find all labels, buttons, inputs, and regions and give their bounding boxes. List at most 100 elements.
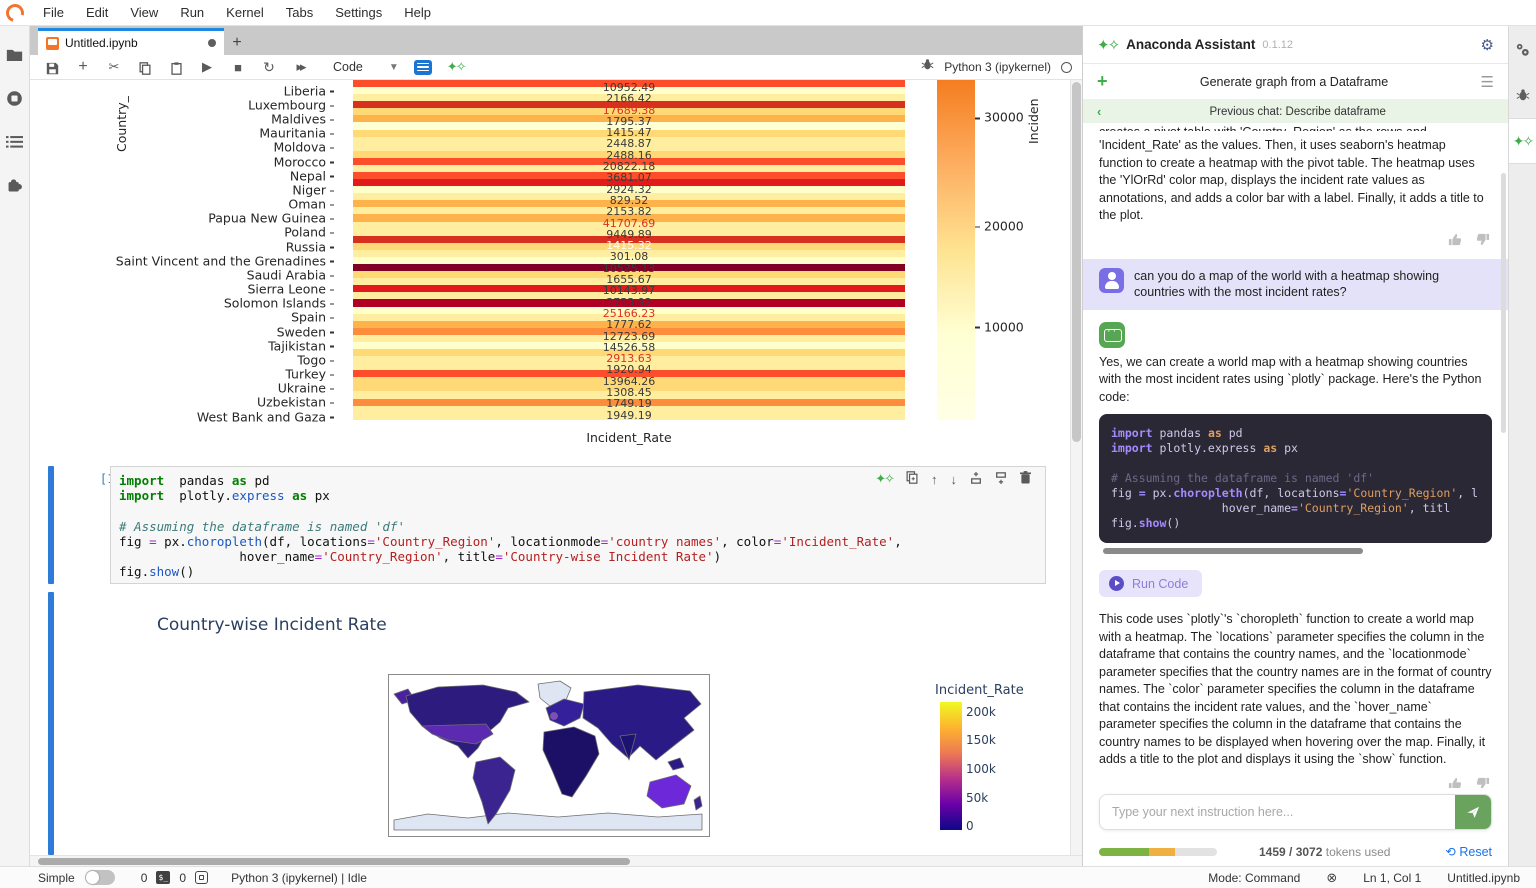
kernel-count: 0 <box>179 870 187 885</box>
chevron-down-icon: ▼ <box>388 61 399 73</box>
thumbs-down-icon[interactable] <box>1466 777 1490 788</box>
delete-cell-icon[interactable] <box>1020 471 1031 487</box>
simple-mode-label: Simple <box>38 870 75 885</box>
previous-chat-bar[interactable]: ‹ Previous chat: Describe dataframe <box>1083 100 1508 123</box>
property-inspector-icon[interactable] <box>1509 26 1536 72</box>
chat-scrollbar[interactable] <box>1501 173 1506 433</box>
run-all-button[interactable]: ▸▸ <box>292 59 308 75</box>
token-usage-text: 1459 / 3072 tokens used <box>1259 844 1391 859</box>
heatmap-ytick-label: Sierra Leone <box>248 282 335 297</box>
run-cell-button[interactable]: ▶ <box>199 59 215 75</box>
save-button[interactable] <box>44 59 60 74</box>
menu-item-view[interactable]: View <box>119 5 169 20</box>
thumbs-up-icon[interactable] <box>1438 777 1462 788</box>
menu-item-kernel[interactable]: Kernel <box>215 5 275 20</box>
trust-indicator-icon[interactable]: ⊗ <box>1326 870 1337 886</box>
cell-type-value: Code <box>333 60 363 74</box>
file-browser-icon[interactable] <box>6 48 23 62</box>
paste-cells-button[interactable] <box>168 59 184 75</box>
send-button[interactable] <box>1455 795 1491 829</box>
code-line: # Assuming the dataframe is named 'df' <box>119 518 405 534</box>
chat-messages: creates a pivot table with 'Country_Regi… <box>1083 123 1508 788</box>
insert-cell-button[interactable]: + <box>75 58 91 76</box>
menu-item-run[interactable]: Run <box>169 5 215 20</box>
new-tab-button[interactable]: + <box>224 31 250 55</box>
statusbar-filename: Untitled.ipynb <box>1447 870 1520 885</box>
kernel-sessions-icon[interactable] <box>195 871 209 884</box>
cursor-position[interactable]: Ln 1, Col 1 <box>1363 871 1421 885</box>
assistant-avatar <box>1099 321 1125 348</box>
cell-type-dropdown[interactable]: Code ▼ <box>333 60 399 74</box>
heatmap-ytick-label: Luxembourg <box>248 97 334 112</box>
assistant-tab-icon[interactable]: ✦✧ <box>1508 118 1536 164</box>
kernel-status-icon[interactable] <box>1061 61 1072 73</box>
code-line: hover_name='Country_Region', title='Coun… <box>119 549 722 565</box>
debugger-icon[interactable] <box>1509 72 1536 118</box>
run-code-button[interactable]: Run Code <box>1099 570 1203 597</box>
menu-item-edit[interactable]: Edit <box>75 5 119 20</box>
debugger-icon[interactable] <box>921 58 934 76</box>
code-editor[interactable]: import pandas as pd import plotly.express… <box>110 466 1046 584</box>
tab-untitled-ipynb[interactable]: Untitled.ipynb <box>38 28 224 55</box>
cell-collapser-input[interactable] <box>48 466 54 584</box>
notebook-vertical-scrollbar[interactable] <box>1070 80 1082 855</box>
cell-collapser-output[interactable] <box>48 592 54 855</box>
heatmap-ytick-label: Moldova <box>273 140 334 155</box>
map-colorbar-tick-label: 50k <box>966 791 989 805</box>
heatmap-annotation: 10143.97 <box>602 284 656 298</box>
user-message-bubble: can you do a map of the world with a hea… <box>1083 258 1508 310</box>
code-line: fig.show() <box>1111 516 1181 530</box>
choropleth-map[interactable] <box>388 674 710 842</box>
command-mode-indicator[interactable]: Mode: Command <box>1208 871 1300 885</box>
right-sidebar: ✦✧ <box>1508 26 1536 866</box>
menu-item-tabs[interactable]: Tabs <box>275 5 324 20</box>
thumbs-up-icon[interactable] <box>1438 233 1462 250</box>
heatmap-xlabel: Incident_Rate <box>586 430 672 445</box>
cell-code[interactable]: import pandas as pd import plotly.express… <box>119 473 1037 579</box>
code-line: hover_name='Country_Region', titl <box>1111 501 1451 515</box>
heatmap-ytick-label: Russia <box>286 239 334 254</box>
kernel-name[interactable]: Python 3 (ipykernel) <box>944 60 1051 74</box>
table-of-contents-icon[interactable] <box>6 135 23 149</box>
stop-kernel-button[interactable]: ■ <box>230 60 246 75</box>
move-cell-down-icon[interactable]: ↓ <box>951 472 958 487</box>
feedback-row <box>1099 233 1490 251</box>
kernel-status-text[interactable]: Python 3 (ipykernel) | Idle <box>231 871 367 885</box>
code-scrollbar[interactable] <box>1103 548 1363 554</box>
move-cell-up-icon[interactable]: ↑ <box>931 472 938 487</box>
notebook-horizontal-scrollbar[interactable] <box>30 855 1082 866</box>
duplicate-cell-icon[interactable] <box>906 471 918 487</box>
instruction-input[interactable] <box>1100 795 1455 829</box>
new-chat-button[interactable]: + <box>1097 71 1108 92</box>
cell-ai-icon[interactable]: ✦✧ <box>875 471 895 487</box>
heatmap-ytick-label: Morocco <box>274 154 334 169</box>
heatmap-ytick-label: Oman <box>288 197 334 212</box>
restart-kernel-button[interactable]: ↻ <box>261 59 277 76</box>
extensions-icon[interactable] <box>6 177 23 194</box>
colorbar-tick-label: 10000 <box>975 319 1024 334</box>
reset-button[interactable]: ⟲ Reset <box>1445 844 1492 859</box>
heatmap-ytick-label: Turkey <box>285 367 334 382</box>
insert-cell-above-icon[interactable] <box>970 471 982 487</box>
settings-gear-icon[interactable]: ⚙ <box>1481 36 1494 54</box>
heatmap-ytick-label: Tajikistan <box>268 338 334 353</box>
terminal-icon[interactable]: $_ <box>156 871 171 884</box>
assistant-sparkle-icon[interactable]: ✦✧ <box>447 59 467 75</box>
heatmap-annotation: 3681.07 <box>606 171 652 185</box>
notebook-tools-icon[interactable] <box>413 59 432 75</box>
thumbs-down-icon[interactable] <box>1466 233 1490 250</box>
running-kernels-icon[interactable] <box>6 90 23 107</box>
menu-item-settings[interactable]: Settings <box>324 5 393 20</box>
copy-cells-button[interactable] <box>137 59 153 75</box>
code-line: fig.show() <box>119 564 195 580</box>
cut-cells-button[interactable]: ✂ <box>106 59 122 75</box>
unsaved-dot-icon[interactable] <box>208 39 216 47</box>
code-line: import plotly.express as px <box>1111 441 1298 455</box>
assistant-code-block[interactable]: import pandas as pd import plotly.express… <box>1099 414 1492 543</box>
menu-icon[interactable]: ☰ <box>1481 73 1494 91</box>
simple-mode-toggle[interactable] <box>84 870 115 885</box>
menu-item-help[interactable]: Help <box>393 5 442 20</box>
menu-item-file[interactable]: File <box>32 5 75 20</box>
map-colorbar-tick-label: 200k <box>966 705 996 720</box>
insert-cell-below-icon[interactable] <box>995 471 1007 487</box>
